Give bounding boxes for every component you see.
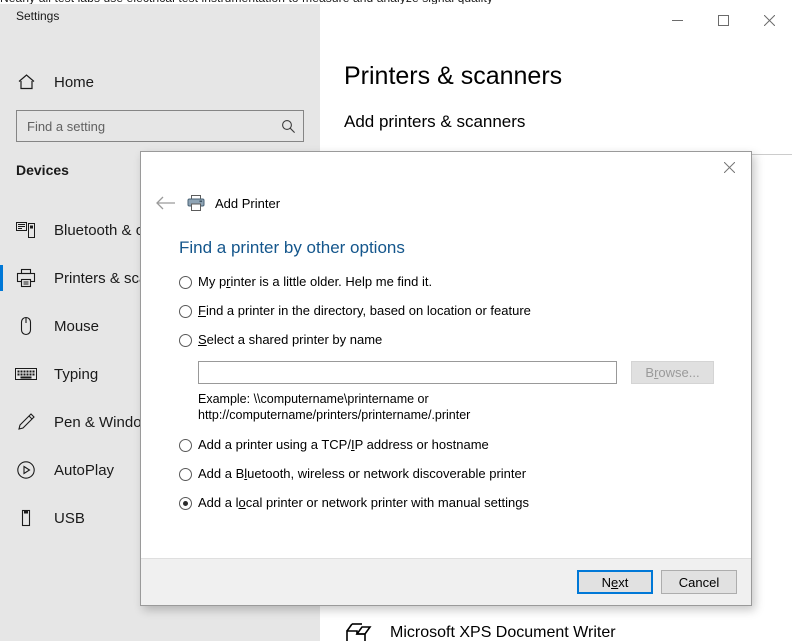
printer-options-list: My printer is a little older. Help me fi… [179, 274, 719, 524]
radio-button[interactable] [179, 497, 192, 510]
cancel-button[interactable]: Cancel [661, 570, 737, 594]
dialog-header: Add Printer [141, 188, 753, 218]
radio-button[interactable] [179, 334, 192, 347]
radio-option-find-in-directory[interactable]: Find a printer in the directory, based o… [179, 303, 719, 319]
printer-list-item[interactable]: Microsoft XPS Document Writer [344, 620, 616, 641]
radio-option-label: My printer is a little older. Help me fi… [198, 274, 433, 289]
back-arrow-icon[interactable] [149, 190, 183, 216]
radio-option-label: Add a Bluetooth, wireless or network dis… [198, 466, 527, 481]
shared-printer-block: Br owse... Example: \\computername\printe… [198, 361, 719, 423]
printer-list-item-label: Microsoft XPS Document Writer [390, 624, 616, 641]
search-icon[interactable] [273, 119, 303, 134]
next-button[interactable]: Ne xt [577, 570, 653, 594]
search-box[interactable] [16, 110, 304, 142]
add-printer-dialog: Add Printer Find a printer by other opti… [140, 151, 752, 606]
radio-option-shared-printer-by-name[interactable]: Select a shared printer by name [179, 332, 719, 348]
search-input[interactable] [17, 117, 273, 135]
radio-option-local-manual-settings[interactable]: Add a local printer or network printer w… [179, 495, 719, 511]
sidebar-item-label: AutoPlay [54, 461, 115, 479]
radio-option-bluetooth-wireless[interactable]: Add a Bluetooth, wireless or network dis… [179, 466, 719, 482]
dialog-heading: Find a printer by other options [179, 238, 405, 257]
sidebar-item-label: Mouse [54, 317, 100, 335]
section-subheading: Add printers & scanners [344, 112, 526, 131]
home-icon [14, 70, 38, 94]
mouse-icon [14, 314, 38, 338]
sidebar-item-label: USB [54, 509, 85, 527]
sidebar-item-home[interactable]: Home [0, 62, 320, 102]
xps-printer-icon [344, 620, 376, 641]
minimize-icon[interactable] [654, 4, 700, 36]
radio-option-older-printer[interactable]: My printer is a little older. Help me fi… [179, 274, 719, 290]
dialog-footer: Ne xt Cancel [141, 558, 751, 605]
radio-option-label: Add a local printer or network printer w… [198, 495, 529, 510]
selection-indicator [0, 265, 3, 291]
shared-printer-example-text: Example: \\computername\printername or h… [198, 391, 719, 423]
shared-printer-input-row: Br owse... [198, 361, 719, 384]
radio-option-label: Add a printer using a TCP/IP address or … [198, 437, 489, 452]
keyboard-icon [14, 362, 38, 386]
close-icon[interactable] [707, 152, 751, 182]
radio-button[interactable] [179, 305, 192, 318]
close-icon[interactable] [746, 4, 792, 36]
window-controls [654, 4, 792, 36]
sidebar-item-label-home: Home [54, 73, 95, 91]
printer-icon [14, 266, 38, 290]
app-title: Settings [16, 9, 60, 23]
example-line-1: Example: \\computername\printername or [198, 392, 429, 406]
radio-button[interactable] [179, 276, 192, 289]
radio-option-tcpip-address[interactable]: Add a printer using a TCP/IP address or … [179, 437, 719, 453]
radio-option-label: Find a printer in the directory, based o… [198, 303, 531, 318]
radio-button[interactable] [179, 468, 192, 481]
pen-icon [14, 410, 38, 434]
sidebar-item-label: Typing [54, 365, 99, 383]
autoplay-icon [14, 458, 38, 482]
screen-root: Nearly all test labs use electrical test… [0, 0, 792, 641]
radio-button[interactable] [179, 439, 192, 452]
example-line-2: http://computername/printers/printername… [198, 408, 471, 422]
printer-icon [185, 192, 207, 214]
title-bar: Settings [0, 4, 792, 36]
bluetooth-devices-icon [14, 218, 38, 242]
maximize-icon[interactable] [700, 4, 746, 36]
radio-option-label: Select a shared printer by name [198, 332, 383, 347]
browse-button[interactable]: Br owse... [631, 361, 714, 384]
dialog-title: Add Printer [215, 195, 281, 211]
shared-printer-name-input[interactable] [198, 361, 617, 384]
usb-icon [14, 506, 38, 530]
sidebar-section-title: Devices [16, 162, 69, 178]
page-title: Printers & scanners [344, 62, 563, 90]
